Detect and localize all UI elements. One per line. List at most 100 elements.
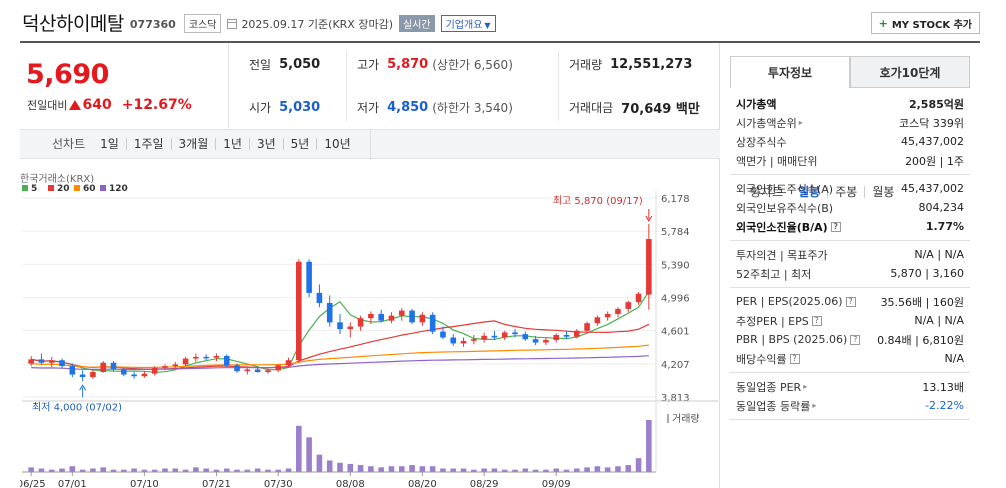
info-key: 외국인한도주식수(A) — [736, 181, 833, 197]
info-key[interactable]: 동일업종 등락률 ▸ — [736, 398, 816, 414]
candle-body — [141, 373, 148, 377]
candle-body — [471, 339, 477, 341]
info-key-text: 투자의견 | 목표주가 — [736, 248, 828, 262]
x-tick-label: 08/08 — [336, 479, 365, 488]
info-row: 투자의견 | 목표주가 N/A | N/A — [736, 245, 964, 264]
info-key-text: 상장주식수 — [736, 135, 787, 149]
volume-bar — [409, 465, 415, 472]
volume-bar — [419, 466, 426, 472]
info-key-text: 동일업종 PER — [736, 380, 802, 394]
info-value: 2,585억원 — [908, 97, 964, 111]
candle-body — [90, 372, 96, 378]
info-value: N/A | N/A — [914, 314, 964, 327]
volume-bar — [573, 468, 580, 472]
chevron-right-icon: ▸ — [803, 382, 808, 391]
info-key: 추정PER | EPS? — [736, 313, 822, 329]
change-value: 640 — [82, 97, 112, 113]
info-row: PER | EPS(2025.06)? 35.56배 | 160원 — [736, 292, 964, 311]
volume-bar — [203, 468, 209, 472]
candle-body — [635, 293, 642, 303]
volume-bar — [440, 468, 446, 472]
change-label: 전일대비 — [27, 99, 68, 112]
info-row: 액면가 | 매매단위 200원 | 1주 — [736, 151, 964, 170]
legend-label: 5 — [31, 184, 37, 194]
candle-body — [419, 314, 426, 323]
candlestick-chart: 한국거래소(KRX)5 20 60 1206,1785,7845,3904,9964,… — [17, 173, 718, 488]
open-label: 시가 — [249, 101, 272, 115]
candle-body — [460, 340, 467, 344]
info-row: 외국인한도주식수(A) 45,437,002 — [736, 179, 964, 198]
info-key: 외국인소진율(B/A)? — [736, 219, 841, 235]
tab-1w[interactable]: 1주일 — [125, 138, 171, 150]
info-key: 투자의견 | 목표주가 — [736, 247, 828, 263]
realtime-button[interactable]: 실시간 — [399, 15, 435, 32]
calendar-icon — [227, 18, 238, 29]
info-value: N/A | N/A — [914, 248, 964, 261]
help-icon[interactable]: ? — [850, 334, 861, 345]
tab-orderbook[interactable]: 호가10단계 — [850, 56, 970, 88]
help-icon[interactable]: ? — [811, 315, 822, 326]
chevron-down-icon: ▼ — [484, 21, 491, 30]
tab-1d[interactable]: 1일 — [93, 138, 126, 150]
tab-invest-info[interactable]: 투자정보 — [730, 56, 850, 88]
info-block: 투자의견 | 목표주가 N/A | N/A 52주최고 | 최저 5,870 | 3,… — [730, 241, 970, 288]
amount-value: 70,649 백만 — [621, 102, 700, 117]
high-value: 5,870 — [387, 57, 429, 72]
volume-bar — [131, 468, 137, 472]
tab-10y[interactable]: 10년 — [316, 138, 357, 150]
info-row: 52주최고 | 최저 5,870 | 3,160 — [736, 264, 964, 283]
tab-5y[interactable]: 5년 — [282, 138, 317, 150]
plus-icon: + — [878, 16, 888, 30]
info-key-text: 외국인소진율(B/A) — [736, 220, 828, 234]
info-key: 배당수익률? — [736, 351, 800, 367]
info-key-text: 추정PER | EPS — [736, 314, 809, 328]
tab-3y[interactable]: 3년 — [248, 138, 283, 150]
info-key-text: 외국인한도주식수(A) — [736, 182, 834, 196]
info-key[interactable]: 동일업종 PER ▸ — [736, 379, 807, 395]
info-value: 804,234 — [918, 201, 965, 214]
company-info-label: 기업개요 — [445, 20, 483, 31]
candle-body — [306, 261, 312, 293]
info-key: 시가총액 — [736, 96, 776, 112]
company-info-dropdown[interactable]: 기업개요 ▼ — [440, 15, 496, 32]
candle-body — [357, 318, 364, 327]
candle-body — [409, 310, 415, 323]
volume-bar — [254, 468, 261, 472]
legend-swatch — [48, 185, 54, 191]
y-tick-label: 5,390 — [661, 260, 690, 271]
info-value: 1.77% — [925, 220, 964, 233]
volume-bar — [285, 468, 292, 472]
info-block: 외국인한도주식수(A) 45,437,002 외국인보유주식수(B) 804,234 외… — [730, 175, 970, 241]
price-chart: 한국거래소(KRX) 5 20 60 120 6,178 5,784 5,390 4,996 4,… — [17, 171, 720, 488]
info-value: 코스닥 339위 — [899, 116, 964, 130]
stock-name: 덕산하이메탈 — [22, 12, 124, 35]
legend-swatch — [74, 185, 80, 191]
info-row: PBR | BPS (2025.06)? 0.84배 | 6,810원 — [736, 330, 964, 349]
info-key-text: 동일업종 등락률 — [736, 399, 811, 413]
my-stock-add-button[interactable]: + MY STOCK 추가 — [870, 12, 980, 34]
change-percent: +12.67% — [121, 97, 192, 113]
volume-bar — [337, 462, 343, 472]
help-icon[interactable]: ? — [789, 353, 800, 364]
candle-body — [532, 339, 539, 343]
help-icon[interactable]: ? — [830, 221, 841, 232]
y-tick-label: 3,813 — [661, 393, 690, 404]
candle-body — [615, 308, 621, 314]
info-key[interactable]: 시가총액순위 ▸ — [736, 115, 803, 131]
tab-3m[interactable]: 3개월 — [170, 138, 216, 150]
info-key-text: 액면가 | 매매단위 — [736, 154, 818, 168]
side-tabs: 투자정보 호가10단계 — [730, 56, 970, 88]
volume-bar — [193, 467, 199, 472]
tab-1y[interactable]: 1년 — [215, 138, 249, 150]
info-row: 동일업종 PER ▸ 13.13배 — [736, 377, 964, 396]
volume-bar — [635, 458, 642, 472]
volume-bar — [481, 468, 487, 472]
candle-body — [69, 366, 76, 375]
x-tick-label: 09/09 — [542, 479, 571, 488]
volume-bar — [368, 466, 374, 472]
info-value: 45,437,002 — [901, 135, 964, 148]
candle-body — [151, 367, 158, 374]
volume-bar — [604, 467, 611, 472]
high-label: 고가 — [357, 58, 380, 72]
help-icon[interactable]: ? — [845, 296, 856, 307]
